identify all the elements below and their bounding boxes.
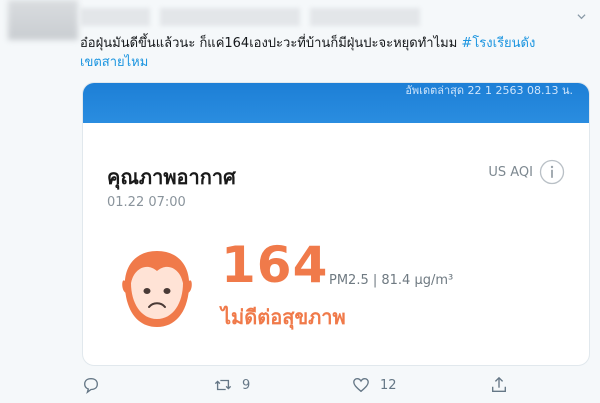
aqi-value: 164 bbox=[221, 236, 329, 294]
last-updated-text: อัพเดตล่าสุด 22 1 2563 08.13 น. bbox=[405, 84, 573, 97]
handle-redacted bbox=[310, 8, 420, 26]
avatar[interactable] bbox=[8, 0, 78, 40]
reading-date: 01.22 07:00 bbox=[107, 195, 186, 210]
like-count: 12 bbox=[380, 377, 397, 393]
card-header-bar: อัพเดตล่าสุด 22 1 2563 08.13 น. bbox=[83, 83, 589, 123]
info-icon bbox=[539, 159, 565, 185]
display-name-redacted[interactable] bbox=[80, 8, 150, 26]
tweet: อ๋อฝุ่นมันดีขึ้นแล้วนะ ก็แค่164เองปะวะที… bbox=[0, 0, 600, 403]
handle-redacted bbox=[160, 8, 300, 26]
sad-face-icon bbox=[122, 251, 192, 327]
hashtag-link-continued[interactable]: เขตสายไหม bbox=[80, 55, 148, 70]
aqi-standard-label: US AQI bbox=[488, 165, 533, 180]
like-button[interactable]: 12 bbox=[352, 376, 397, 394]
attached-image-card[interactable]: อัพเดตล่าสุด 22 1 2563 08.13 น. คุณภาพอา… bbox=[82, 82, 590, 366]
tweet-body: อ๋อฝุ่นมันดีขึ้นแล้วนะ ก็แค่164เองปะวะที… bbox=[80, 36, 458, 51]
retweet-count: 9 bbox=[242, 377, 251, 393]
health-status: ไม่ดีต่อสุขภาพ bbox=[221, 305, 346, 329]
share-icon bbox=[492, 376, 506, 392]
retweet-button[interactable]: 9 bbox=[214, 376, 250, 394]
chevron-down-icon[interactable] bbox=[577, 12, 586, 21]
tweet-text: อ๋อฝุ่นมันดีขึ้นแล้วนะ ก็แค่164เองปะวะที… bbox=[80, 34, 580, 72]
retweet-icon bbox=[214, 379, 232, 391]
heart-icon bbox=[353, 378, 369, 393]
reply-button[interactable] bbox=[82, 376, 100, 394]
reply-icon bbox=[84, 378, 98, 394]
share-button[interactable] bbox=[490, 376, 508, 394]
tweet-actions: 9 12 bbox=[80, 376, 580, 396]
air-quality-title: คุณภาพอากาศ bbox=[107, 165, 236, 189]
hashtag-link[interactable]: #โรงเรียนดัง bbox=[461, 36, 535, 51]
pm25-reading: PM2.5 | 81.4 µg/m³ bbox=[329, 273, 454, 288]
tweet-header-redacted bbox=[0, 0, 600, 40]
